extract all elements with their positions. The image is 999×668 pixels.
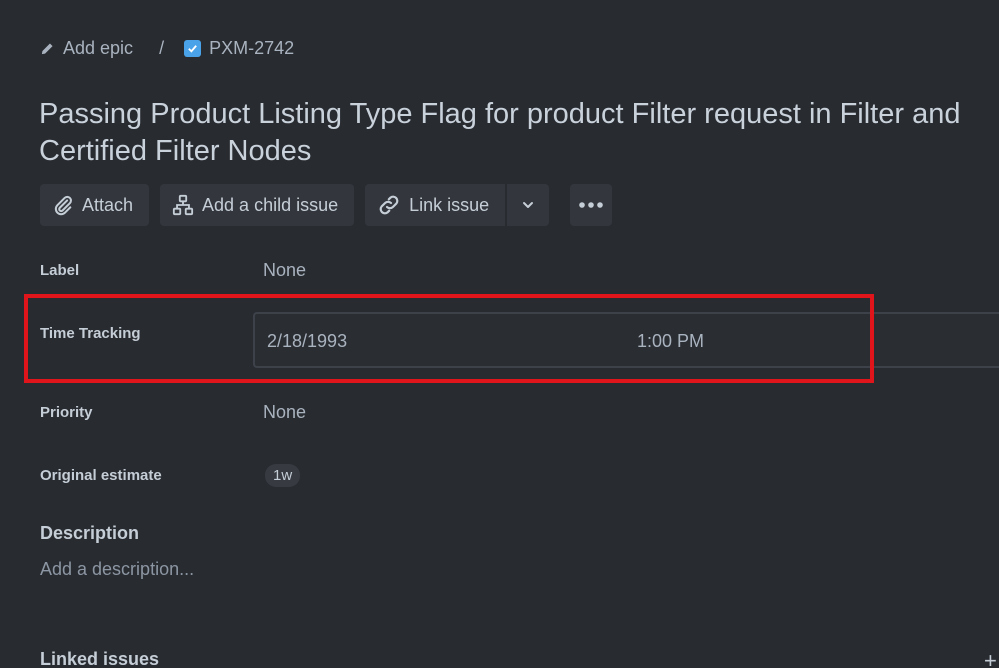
description-input[interactable]: Add a description... xyxy=(40,559,194,580)
pencil-icon xyxy=(40,41,55,56)
link-issue-button[interactable]: Link issue xyxy=(365,184,506,226)
issue-title-line-2: Certified Filter Nodes xyxy=(39,135,312,167)
label-field-value[interactable]: None xyxy=(263,260,306,281)
paperclip-icon xyxy=(52,194,74,216)
issue-key: PXM-2742 xyxy=(209,37,295,58)
priority-field-name: Priority xyxy=(40,404,93,421)
add-child-issue-button[interactable]: Add a child issue xyxy=(160,184,355,226)
hierarchy-icon xyxy=(172,194,194,216)
more-actions-button[interactable] xyxy=(570,184,613,226)
priority-field-value[interactable]: None xyxy=(263,402,306,423)
original-estimate-badge[interactable]: 1w xyxy=(265,464,301,487)
attach-label: Attach xyxy=(82,194,134,215)
more-horizontal-icon xyxy=(578,201,604,209)
description-heading: Description xyxy=(40,523,140,543)
link-icon xyxy=(377,193,401,217)
link-issue-label: Link issue xyxy=(409,194,490,215)
add-linked-issue-button[interactable]: + xyxy=(984,648,997,668)
add-epic-label: Add epic xyxy=(63,37,134,58)
link-issue-dropdown-button[interactable] xyxy=(507,184,550,226)
attach-button[interactable]: Attach xyxy=(40,184,150,226)
label-field-name: Label xyxy=(40,262,80,279)
issue-title[interactable]: Passing Product Listing Type Flag for pr… xyxy=(39,96,999,170)
issue-key-link[interactable]: PXM-2742 xyxy=(184,38,294,59)
add-epic-link[interactable]: Add epic xyxy=(40,38,133,59)
add-child-issue-label: Add a child issue xyxy=(202,194,339,215)
original-estimate-field-name: Original estimate xyxy=(40,467,162,484)
breadcrumb: Add epic / PXM-2742 xyxy=(40,36,294,60)
issue-title-line-1: Passing Product Listing Type Flag for pr… xyxy=(39,98,961,130)
breadcrumb-separator: / xyxy=(159,37,165,58)
time-tracking-field-name: Time Tracking xyxy=(40,325,141,342)
linked-issues-heading: Linked issues xyxy=(40,649,160,668)
time-tracking-date[interactable]: 2/18/1993 xyxy=(267,331,347,352)
task-checkbox-icon xyxy=(184,39,202,57)
time-tracking-datetime-input[interactable]: 2/18/1993 1:00 PM xyxy=(253,312,999,368)
chevron-down-icon xyxy=(521,198,535,212)
issue-view: Add epic / PXM-2742 Passing Product List… xyxy=(0,0,999,668)
issue-toolbar: Attach Add a child issue Link issue xyxy=(40,184,613,226)
link-issue-split-button: Link issue xyxy=(365,184,550,226)
time-tracking-time[interactable]: 1:00 PM xyxy=(637,331,704,352)
